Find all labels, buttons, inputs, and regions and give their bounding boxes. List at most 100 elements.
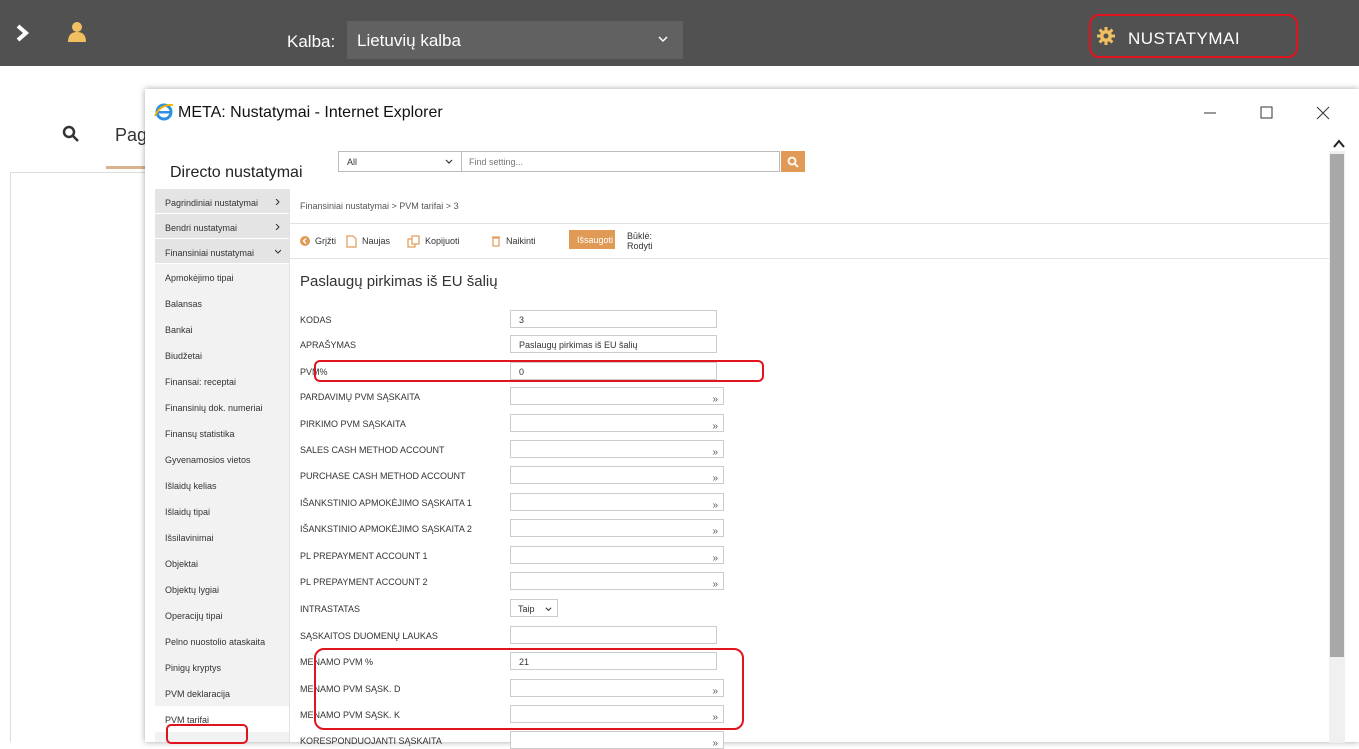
sidebar-item[interactable]: Išlaidų tipai (155, 498, 289, 524)
minimize-icon[interactable] (1200, 103, 1220, 123)
field-value: 0 (519, 367, 525, 377)
gear-icon (1097, 27, 1115, 45)
filter-select[interactable]: All (338, 151, 462, 172)
tab-underline (106, 166, 146, 169)
chevron-down-icon (545, 607, 552, 612)
field-input[interactable]: » (510, 731, 724, 749)
field-row: PIRKIMO PVM SĄSKAITA » (300, 414, 730, 432)
field-input[interactable]: » (510, 466, 724, 484)
save-button[interactable]: Išsaugoti (569, 230, 615, 249)
field-input[interactable]: 0 (510, 362, 717, 380)
settings-heading: Directo nustatymai (170, 164, 303, 181)
close-icon[interactable] (1313, 103, 1333, 123)
find-setting-input[interactable]: Find setting... (462, 151, 780, 172)
delete-label: Naikinti (506, 236, 536, 246)
lookup-icon[interactable]: » (712, 712, 718, 723)
expand-menu-icon[interactable] (12, 22, 34, 44)
lookup-icon[interactable]: » (712, 394, 718, 405)
field-input[interactable]: 3 (510, 310, 717, 328)
field-input[interactable]: » (510, 493, 724, 511)
sidebar-item[interactable]: Išlaidų kelias (155, 472, 289, 498)
divider (10, 172, 11, 742)
sidebar-item[interactable]: Objektai (155, 550, 289, 576)
field-row: INTRASTATAS Taip (300, 599, 730, 617)
field-label: SĄSKAITOS DUOMENŲ LAUKAS (300, 631, 438, 641)
search-icon[interactable] (62, 125, 80, 143)
field-label: MENAMO PVM % (300, 657, 374, 667)
copy-button[interactable]: Kopijuoti (407, 231, 460, 251)
lookup-icon[interactable]: » (712, 473, 718, 484)
sidebar-item[interactable]: Apmokėjimo tipai (155, 264, 289, 290)
field-input[interactable]: » (510, 679, 724, 697)
internet-explorer-icon (154, 103, 174, 121)
field-row: IŠANKSTINIO APMOKĖJIMO SĄSKAITA 2 » (300, 519, 730, 537)
maximize-icon[interactable] (1256, 103, 1276, 123)
settings-sidebar: Pagrindiniai nustatymai Bendri nustatyma… (155, 189, 290, 742)
sidebar-group-bendri[interactable]: Bendri nustatymai (155, 214, 289, 239)
field-input[interactable]: » (510, 546, 724, 564)
sidebar-item[interactable]: Finansinių dok. numeriai (155, 394, 289, 420)
lookup-icon[interactable]: » (712, 738, 718, 749)
sidebar-item[interactable]: Finansų statistika (155, 420, 289, 446)
new-document-icon (346, 234, 357, 248)
lookup-icon[interactable]: » (712, 526, 718, 537)
sidebar-group-pagrindiniai[interactable]: Pagrindiniai nustatymai (155, 189, 289, 214)
delete-button[interactable]: Naikinti (491, 231, 536, 251)
breadcrumb[interactable]: Finansiniai nustatymai > PVM tarifai > 3 (300, 201, 459, 211)
field-select[interactable]: Taip (510, 599, 558, 617)
language-label: Kalba: (287, 32, 336, 51)
lookup-icon[interactable]: » (712, 447, 718, 458)
find-setting-placeholder: Find setting... (469, 157, 524, 167)
lookup-icon[interactable]: » (712, 421, 718, 432)
copy-label: Kopijuoti (425, 236, 460, 246)
lookup-icon[interactable]: » (712, 579, 718, 590)
field-input[interactable]: Paslaugų pirkimas iš EU šalių (510, 335, 717, 353)
field-row: MENAMO PVM SĄSK. K » (300, 705, 730, 723)
field-input[interactable]: » (510, 572, 724, 590)
language-select[interactable]: Lietuvių kalba (347, 21, 683, 59)
field-input[interactable]: » (510, 387, 724, 405)
field-input[interactable]: » (510, 440, 724, 458)
field-row: PL PREPAYMENT ACCOUNT 2 » (300, 572, 730, 590)
sidebar-item[interactable]: Išsilavinimai (155, 524, 289, 550)
scrollbar-thumb[interactable] (1330, 154, 1344, 657)
lookup-icon[interactable]: » (712, 553, 718, 564)
field-input[interactable]: » (510, 519, 724, 537)
sidebar-item[interactable]: Pelno nuostolio ataskaita (155, 628, 289, 654)
sidebar-item-pvm-tarifai[interactable]: PVM tarifai (155, 706, 289, 732)
field-value: 21 (519, 657, 530, 667)
sidebar-group-finansiniai[interactable]: Finansiniai nustatymai (155, 239, 289, 264)
lookup-icon[interactable]: » (712, 686, 718, 697)
user-icon[interactable] (66, 20, 88, 44)
chevron-right-icon (275, 199, 280, 205)
field-input[interactable]: » (510, 414, 724, 432)
scroll-up-icon[interactable] (1333, 138, 1345, 150)
new-button[interactable]: Naujas (346, 231, 390, 251)
search-icon (787, 156, 799, 168)
lookup-icon[interactable]: » (712, 500, 718, 511)
field-input[interactable]: 21 (510, 652, 717, 670)
sidebar-item[interactable]: PVM deklaracija (155, 680, 289, 706)
search-button[interactable] (781, 151, 805, 172)
field-row: APRAŠYMAS Paslaugų pirkimas iš EU šalių (300, 335, 730, 353)
sidebar-item[interactable]: Balansas (155, 290, 289, 316)
field-row: IŠANKSTINIO APMOKĖJIMO SĄSKAITA 1 » (300, 493, 730, 511)
field-label: KODAS (300, 315, 332, 325)
sidebar-item[interactable]: Operacijų tipai (155, 602, 289, 628)
record-content: Finansiniai nustatymai > PVM tarifai > 3… (290, 189, 1329, 749)
sidebar-item[interactable]: Finansai: receptai (155, 368, 289, 394)
sidebar-item[interactable]: Gyvenamosios vietos (155, 446, 289, 472)
field-value: Paslaugų pirkimas iš EU šalių (519, 340, 638, 350)
field-input[interactable] (510, 626, 717, 644)
top-bar: Kalba: Lietuvių kalba NUSTATYMAI (0, 0, 1359, 66)
field-input[interactable]: » (510, 705, 724, 723)
settings-button[interactable]: NUSTATYMAI (1092, 14, 1297, 58)
sidebar-item[interactable]: Bankai (155, 316, 289, 342)
sidebar-item[interactable]: Pinigų kryptys (155, 654, 289, 680)
back-button[interactable]: Grįžti (300, 231, 336, 251)
new-label: Naujas (362, 236, 391, 246)
sidebar-item[interactable]: Objektų lygiai (155, 576, 289, 602)
sidebar-item[interactable]: Biudžetai (155, 342, 289, 368)
chevron-right-icon (275, 224, 280, 230)
page-tab[interactable]: Pag (115, 125, 147, 146)
